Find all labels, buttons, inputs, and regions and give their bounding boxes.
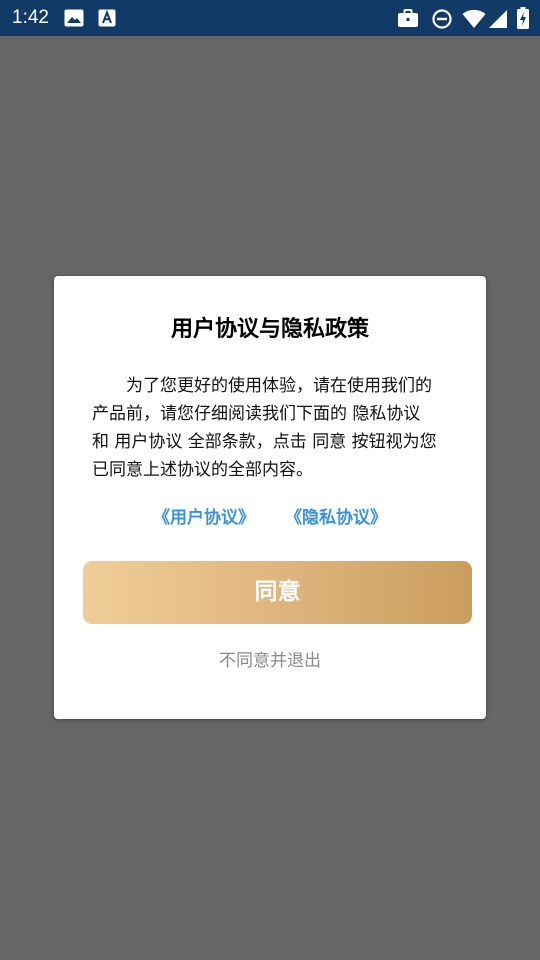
privacy-policy-link[interactable]: 《隐私协议》 (285, 505, 387, 531)
do-not-disturb-icon (432, 9, 452, 29)
status-time: 1:42 (12, 7, 49, 28)
agreement-links: 《用户协议》 《隐私协议》 (54, 505, 486, 531)
privacy-dialog: 用户协议与隐私政策 为了您更好的使用体验，请在使用我们的产品前，请您仔细阅读我们… (54, 276, 486, 719)
status-bar: 1:42 (0, 0, 540, 36)
image-icon (64, 9, 84, 27)
agree-button[interactable]: 同意 (83, 561, 472, 624)
dialog-title: 用户协议与隐私政策 (170, 317, 369, 342)
battery-charging-icon (517, 7, 529, 29)
dialog-body-text: 为了您更好的使用体验，请在使用我们的产品前，请您仔细阅读我们下面的 隐私协议 和… (92, 376, 437, 480)
briefcase-icon (398, 9, 418, 27)
signal-icon (489, 10, 507, 28)
user-agreement-link[interactable]: 《用户协议》 (153, 505, 255, 531)
text-a-icon (98, 9, 116, 27)
wifi-icon (462, 9, 486, 28)
disagree-exit-button[interactable]: 不同意并退出 (54, 649, 486, 673)
